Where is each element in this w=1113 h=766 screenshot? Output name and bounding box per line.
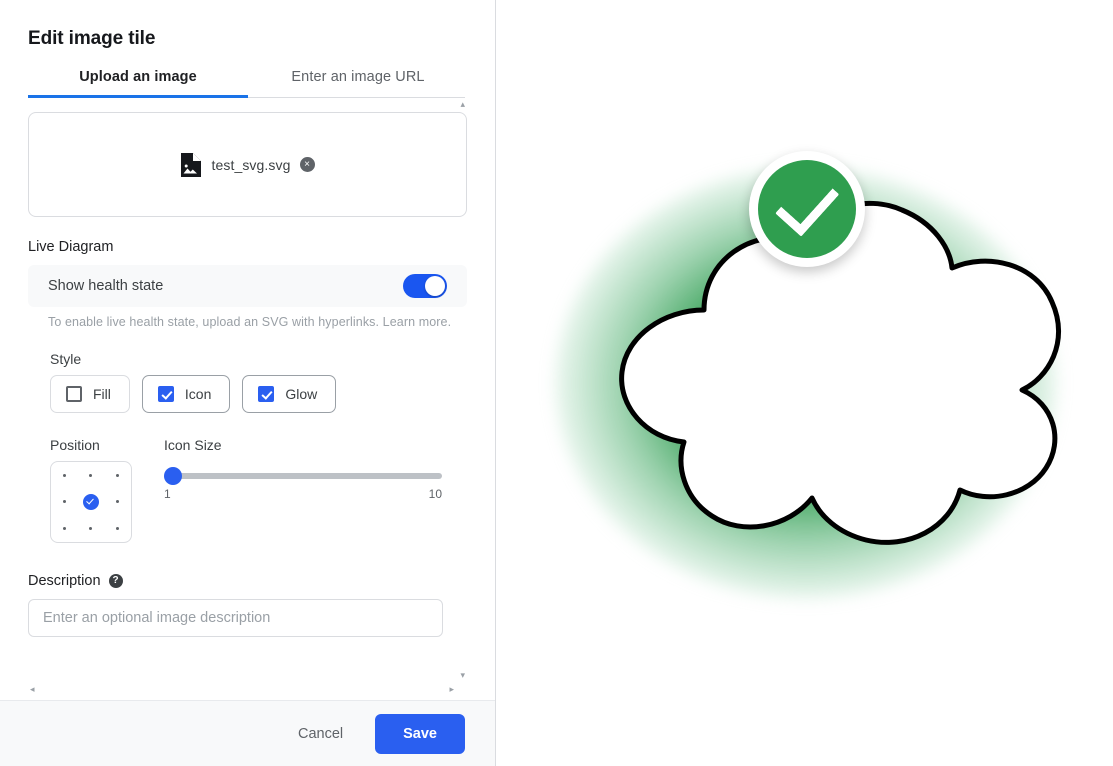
cancel-button[interactable]: Cancel	[288, 718, 353, 750]
position-dot	[116, 473, 120, 477]
check-circle-icon	[758, 160, 856, 258]
show-health-state-toggle[interactable]	[403, 274, 447, 298]
position-cell-top-left[interactable]	[51, 462, 78, 489]
icon-size-min-label: 1	[164, 487, 171, 501]
scroll-left-arrow[interactable]: ◂	[30, 685, 35, 694]
settings-panel: Edit image tile Upload an image Enter an…	[0, 0, 496, 766]
uploaded-file-chip: test_svg.svg ×	[180, 152, 315, 178]
icon-size-label: Icon Size	[164, 437, 222, 453]
tab-enter-an-image-url[interactable]: Enter an image URL	[248, 69, 468, 98]
uploaded-file-name: test_svg.svg	[211, 156, 291, 173]
preview-inner	[496, 0, 1113, 766]
icon-size-block: Icon Size 1 10	[164, 437, 495, 543]
position-cell-middle-left[interactable]	[51, 489, 78, 516]
settings-scroll-area[interactable]: ▴ ▾ ◂ ▸ test_svg.svg × Live Diagram Show…	[0, 98, 495, 700]
position-block: Position	[50, 437, 164, 543]
description-label-row: Description ?	[28, 573, 495, 589]
position-dot	[62, 527, 66, 531]
glow-checkbox[interactable]	[258, 386, 275, 402]
position-dot	[62, 500, 66, 504]
position-cell-bottom-center[interactable]	[78, 515, 105, 542]
position-cell-middle-right[interactable]	[104, 489, 131, 516]
scroll-down-arrow[interactable]: ▾	[460, 671, 465, 680]
health-status-badge	[749, 151, 865, 267]
live-diagram-helper-text: To enable live health state, upload an S…	[48, 315, 452, 329]
position-cell-top-center[interactable]	[78, 462, 105, 489]
image-file-icon	[180, 152, 202, 178]
icon-size-scale: 1 10	[164, 487, 442, 501]
style-option-label: Icon	[184, 386, 212, 402]
preview-stage	[496, 0, 1113, 766]
icon-checkbox[interactable]	[157, 386, 174, 402]
position-dot	[89, 473, 93, 477]
position-dot	[62, 473, 66, 477]
position-dot	[89, 527, 93, 531]
help-icon[interactable]: ?	[108, 574, 123, 588]
style-option-icon[interactable]: Icon	[141, 375, 231, 413]
position-dot	[116, 527, 120, 531]
page-title: Edit image tile	[28, 28, 156, 49]
scroll-up-arrow[interactable]: ▴	[460, 100, 465, 109]
position-cell-bottom-left[interactable]	[51, 515, 78, 542]
style-option-fill[interactable]: Fill	[50, 375, 130, 413]
scroll-right-arrow[interactable]: ▸	[449, 685, 454, 694]
check-mark	[774, 170, 839, 237]
description-label: Description	[28, 573, 101, 589]
tab-label: Upload an image	[79, 69, 197, 85]
position-and-size-row: Position Icon Size 1 10	[50, 437, 495, 543]
style-option-label: Fill	[93, 386, 111, 402]
style-option-label: Glow	[285, 386, 318, 402]
toggle-knob	[425, 276, 445, 296]
position-grid[interactable]	[50, 461, 132, 543]
tab-upload-an-image[interactable]: Upload an image	[28, 69, 248, 98]
position-dot	[116, 500, 120, 504]
edit-image-tile-dialog: Edit image tile Upload an image Enter an…	[0, 0, 1113, 766]
position-selected-check-icon	[82, 493, 99, 510]
style-label: Style	[50, 351, 82, 367]
dialog-footer: Cancel Save	[0, 700, 495, 766]
remove-file-icon[interactable]: ×	[299, 157, 315, 172]
icon-size-slider[interactable]	[164, 467, 442, 485]
style-option-glow[interactable]: Glow	[242, 375, 337, 413]
tab-label: Enter an image URL	[291, 69, 425, 85]
position-cell-top-right[interactable]	[104, 462, 131, 489]
style-options: Fill Icon Glow	[50, 375, 495, 413]
file-dropzone[interactable]: test_svg.svg ×	[28, 112, 467, 217]
description-input[interactable]	[28, 599, 443, 637]
position-label: Position	[50, 437, 100, 453]
save-button[interactable]: Save	[375, 713, 465, 754]
show-health-state-row: Show health state	[28, 265, 467, 307]
icon-size-max-label: 10	[428, 487, 442, 501]
live-diagram-label: Live Diagram	[28, 239, 114, 255]
position-cell-center[interactable]	[78, 489, 105, 516]
position-cell-bottom-right[interactable]	[104, 515, 131, 542]
show-health-state-label: Show health state	[48, 278, 164, 294]
fill-checkbox[interactable]	[66, 386, 82, 402]
tab-bar: Upload an image Enter an image URL	[0, 69, 495, 98]
icon-size-slider-thumb[interactable]	[164, 467, 182, 485]
image-preview-panel	[496, 0, 1113, 766]
